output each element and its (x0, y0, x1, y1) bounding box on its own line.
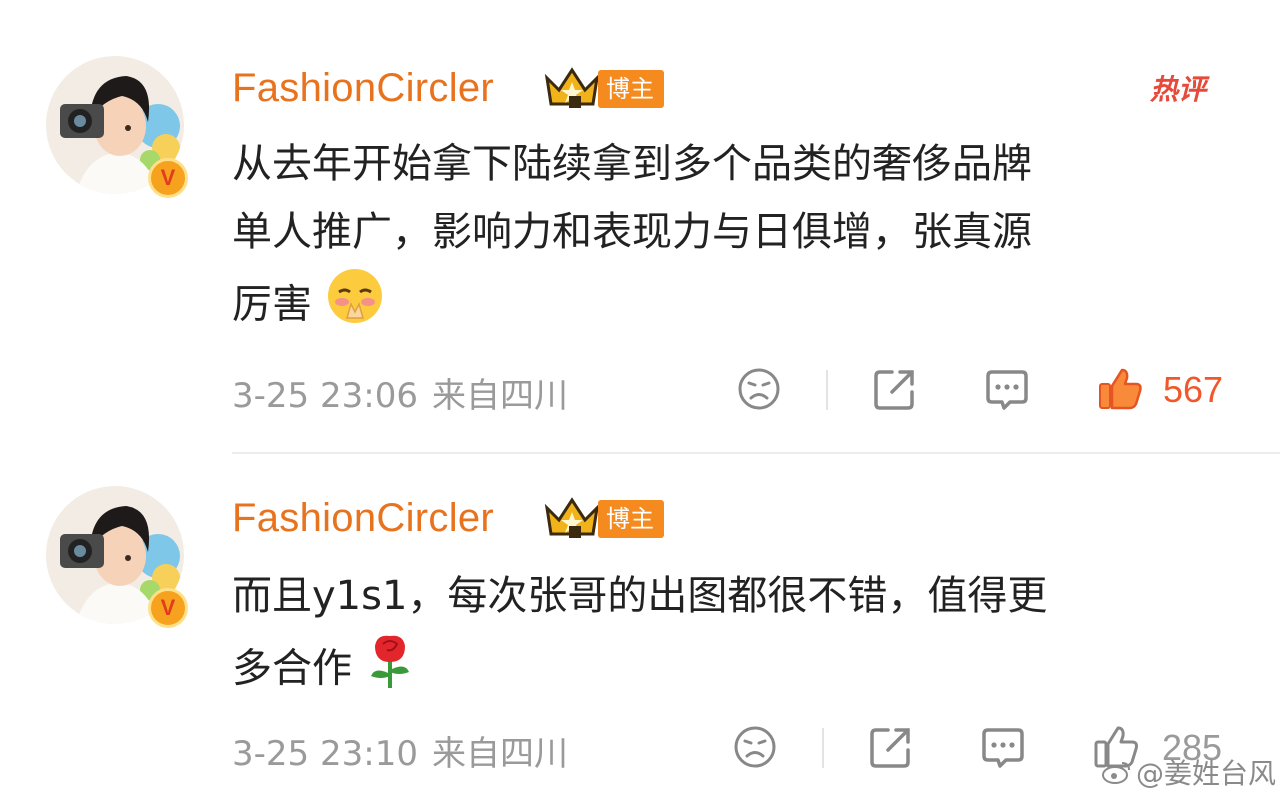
crown-icon (543, 496, 601, 544)
username[interactable]: FashionCircler (232, 496, 494, 541)
action-divider (822, 728, 824, 768)
sad-face-icon[interactable] (736, 366, 782, 416)
location: 来自四川 (431, 376, 568, 416)
comment-text: 从去年开始拿下陆续拿到多个品类的奢侈品牌 单人推广，影响力和表现力与日俱增，张真… (232, 130, 1222, 347)
comment-divider (232, 452, 1280, 454)
comment-text: 而且y1s1，每次张哥的出图都很不错，值得更 多合作 (232, 562, 1222, 711)
comment-text-line-with-emoji: 厉害 (232, 266, 1222, 347)
comment-icon[interactable] (984, 366, 1030, 416)
share-icon[interactable] (868, 724, 914, 774)
timestamp: 3-25 23:06 (232, 376, 418, 416)
weibo-logo-icon (1102, 759, 1132, 792)
rose-emoji (365, 630, 415, 711)
comment-meta: 3-25 23:06 来自四川 (232, 368, 568, 417)
username[interactable]: FashionCircler (232, 66, 494, 111)
comment-meta: 3-25 23:10 来自四川 (232, 726, 568, 775)
blogger-tag: 博主 (598, 70, 664, 108)
timestamp: 3-25 23:10 (232, 734, 418, 774)
hot-comment-tag: 热评 (1150, 73, 1207, 106)
location: 来自四川 (431, 734, 568, 774)
crown-icon (543, 66, 601, 114)
share-icon[interactable] (872, 366, 918, 416)
comment-icon[interactable] (980, 724, 1026, 774)
comment-text-line: 厉害 (232, 281, 312, 328)
action-divider (826, 370, 828, 410)
watermark: @姜姓台风 (1102, 752, 1276, 792)
blogger-tag: 博主 (598, 500, 664, 538)
comment-text-line-with-emoji: 多合作 (232, 630, 1222, 711)
watermark-text: @姜姓台风 (1136, 757, 1277, 790)
verified-badge: V (148, 158, 188, 198)
pleading-face-emoji (325, 266, 385, 347)
comment-text-line: 多合作 (232, 645, 352, 692)
comment-text-line: 从去年开始拿下陆续拿到多个品类的奢侈品牌 (232, 141, 1032, 187)
sad-face-icon[interactable] (732, 724, 778, 774)
comment-text-line: 而且y1s1，每次张哥的出图都很不错，值得更 (232, 573, 1048, 619)
like-count: 567 (1163, 369, 1224, 410)
comment-text-line: 单人推广，影响力和表现力与日俱增，张真源 (232, 209, 1032, 255)
verified-badge: V (148, 588, 188, 628)
thumbs-up-icon[interactable] (1096, 364, 1144, 416)
